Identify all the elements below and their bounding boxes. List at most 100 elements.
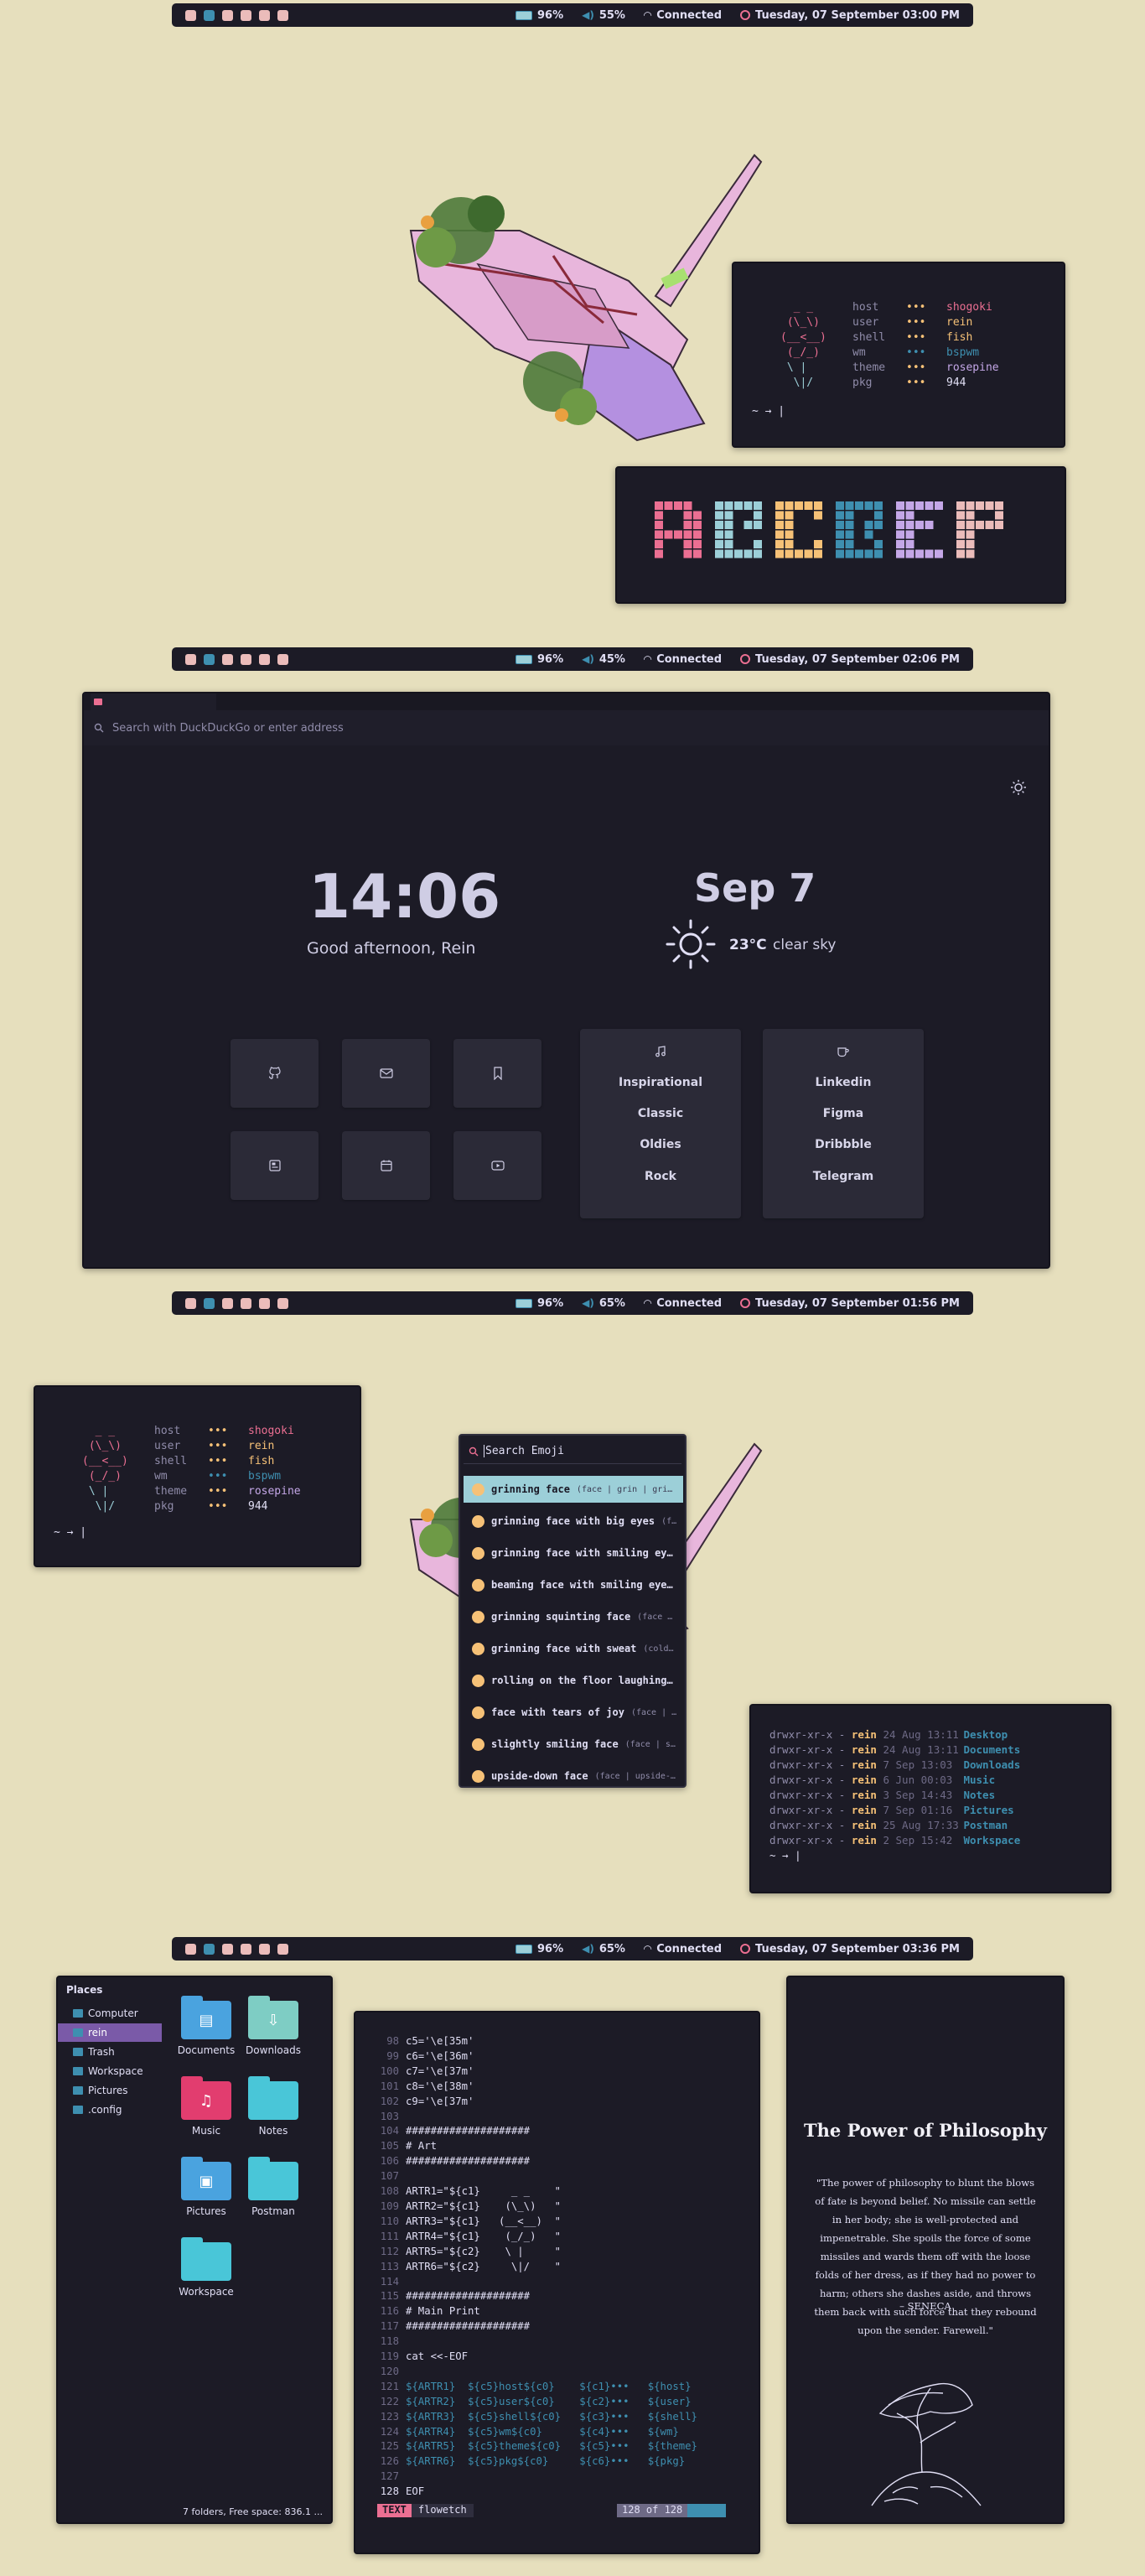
- folder-workspace[interactable]: Workspace: [173, 2237, 240, 2298]
- sidebar-item-rein[interactable]: rein: [58, 2023, 162, 2042]
- wifi-icon[interactable]: ◠: [644, 1943, 651, 1955]
- workspace-5[interactable]: [259, 1297, 270, 1309]
- ls-name[interactable]: Music: [963, 1773, 995, 1788]
- terminal-prompt[interactable]: ~ → |: [769, 1848, 801, 1863]
- folder-documents[interactable]: ▤ Documents: [173, 1996, 240, 2056]
- bookmark-icon: [493, 1067, 502, 1080]
- workspace-2[interactable]: [204, 653, 215, 665]
- emoji-item[interactable]: beaming face with smiling eye…: [464, 1571, 683, 1598]
- workspace-3[interactable]: [222, 1943, 233, 1955]
- ls-name[interactable]: Postman: [963, 1818, 1008, 1833]
- ls-name[interactable]: Documents: [963, 1742, 1020, 1758]
- address-bar[interactable]: Search with DuckDuckGo or enter address: [84, 710, 1049, 745]
- ls-name[interactable]: Desktop: [963, 1727, 1008, 1742]
- workspace-4[interactable]: [241, 9, 251, 21]
- workspace-1[interactable]: [185, 1297, 196, 1309]
- sidebar-item-Trash[interactable]: Trash: [58, 2043, 162, 2061]
- wifi-icon[interactable]: ◠: [644, 9, 651, 21]
- workspace-1[interactable]: [185, 1943, 196, 1955]
- emoji-picker[interactable]: Search Emoji grinning face (face | grin |…: [459, 1434, 686, 1788]
- workspace-2[interactable]: [204, 1297, 215, 1309]
- folder-music[interactable]: ♫ Music: [173, 2076, 240, 2137]
- music-link-oldies[interactable]: Oldies: [580, 1138, 741, 1151]
- mail-tile[interactable]: [342, 1039, 430, 1108]
- workspace-2[interactable]: [204, 1943, 215, 1955]
- wifi-icon[interactable]: ◠: [644, 1297, 651, 1309]
- music-link-classic[interactable]: Classic: [580, 1107, 741, 1120]
- emoji-item[interactable]: upside-down face (face | upside-…: [464, 1763, 683, 1789]
- theme-toggle-icon[interactable]: [1010, 779, 1027, 796]
- code-buffer[interactable]: 98 c5='\e[35m' 99 c6='\e[36m' 100 c7='\e[37m'…: [374, 2034, 697, 2500]
- editor-window[interactable]: 98 c5='\e[35m' 99 c6='\e[36m' 100 c7='\e[37m'…: [354, 2011, 760, 2554]
- workspace-6[interactable]: [277, 653, 288, 665]
- emoji-item[interactable]: grinning squinting face (face …: [464, 1603, 683, 1630]
- emoji-search-field[interactable]: Search Emoji: [464, 1439, 681, 1464]
- work-link-dribbble[interactable]: Dribbble: [763, 1138, 924, 1151]
- workspace-4[interactable]: [241, 1943, 251, 1955]
- workspace-1[interactable]: [185, 9, 196, 21]
- work-link-linkedin[interactable]: Linkedin: [763, 1076, 924, 1089]
- workspace-indicators[interactable]: [185, 653, 288, 665]
- work-link-telegram[interactable]: Telegram: [763, 1170, 924, 1183]
- emoji-item[interactable]: rolling on the floor laughing…: [464, 1667, 683, 1694]
- volume-icon[interactable]: ◀): [582, 9, 594, 21]
- workspace-6[interactable]: [277, 1943, 288, 1955]
- news-tile[interactable]: [231, 1131, 319, 1200]
- workspace-4[interactable]: [241, 1297, 251, 1309]
- workspace-3[interactable]: [222, 1297, 233, 1309]
- fetch-terminal-left[interactable]: _ _ (\_\) (__<__) (_/_) \ | \|/ host ••• sh…: [34, 1385, 361, 1567]
- workspace-3[interactable]: [222, 653, 233, 665]
- folder-pictures[interactable]: ▣ Pictures: [173, 2157, 240, 2217]
- browser-window[interactable]: Search with DuckDuckGo or enter address …: [82, 692, 1050, 1269]
- workspace-1[interactable]: [185, 653, 196, 665]
- workspace-5[interactable]: [259, 9, 270, 21]
- github-tile[interactable]: [231, 1039, 319, 1108]
- emoji-item[interactable]: grinning face with big eyes (f…: [464, 1508, 683, 1535]
- emoji-item[interactable]: face with tears of joy (face | …: [464, 1699, 683, 1726]
- quote-window[interactable]: The Power of Philosophy "The power of ph…: [786, 1976, 1065, 2524]
- ls-terminal[interactable]: drwxr-xr-x - rein 24 Aug 13:11 Desktop drw…: [749, 1704, 1111, 1893]
- calendar-tile[interactable]: [342, 1131, 430, 1200]
- volume-icon[interactable]: ◀): [582, 1943, 594, 1955]
- workspace-4[interactable]: [241, 653, 251, 665]
- file-manager-window[interactable]: Places Computer rein Trash Workspace Picture…: [56, 1976, 333, 2524]
- volume-icon[interactable]: ◀): [582, 1297, 594, 1309]
- workspace-5[interactable]: [259, 1943, 270, 1955]
- workspace-indicators[interactable]: [185, 1943, 288, 1955]
- wifi-icon[interactable]: ◠: [644, 653, 651, 665]
- music-link-rock[interactable]: Rock: [580, 1170, 741, 1183]
- bookmark-tile[interactable]: [453, 1039, 541, 1108]
- tab-new[interactable]: [91, 693, 216, 710]
- volume-icon[interactable]: ◀): [582, 653, 594, 665]
- sidebar-item-config[interactable]: .config: [58, 2101, 162, 2119]
- ls-name[interactable]: Notes: [963, 1788, 995, 1803]
- youtube-tile[interactable]: [453, 1131, 541, 1200]
- workspace-6[interactable]: [277, 1297, 288, 1309]
- sidebar-item-Computer[interactable]: Computer: [58, 2004, 162, 2023]
- work-link-figma[interactable]: Figma: [763, 1107, 924, 1120]
- folder-notes[interactable]: Notes: [240, 2076, 307, 2137]
- terminal-prompt[interactable]: ~ → |: [54, 1525, 86, 1540]
- ls-name[interactable]: Downloads: [963, 1758, 1020, 1773]
- music-link-inspirational[interactable]: Inspirational: [580, 1076, 741, 1089]
- ls-name[interactable]: Pictures: [963, 1803, 1013, 1818]
- fetch-terminal-top[interactable]: _ _ (\_\) (__<__) (_/_) \ | \|/ host ••• sh…: [732, 262, 1065, 448]
- terminal-prompt[interactable]: ~ → |: [752, 404, 785, 419]
- emoji-item[interactable]: grinning face with smiling ey…: [464, 1540, 683, 1566]
- colorblocks-terminal[interactable]: [615, 466, 1066, 604]
- workspace-5[interactable]: [259, 653, 270, 665]
- sidebar-item-Pictures[interactable]: Pictures: [58, 2081, 162, 2100]
- folder-icon: ▤: [181, 1996, 231, 2039]
- workspace-3[interactable]: [222, 9, 233, 21]
- emoji-item[interactable]: grinning face with sweat (cold…: [464, 1635, 683, 1662]
- sidebar-item-Workspace[interactable]: Workspace: [58, 2062, 162, 2080]
- workspace-2[interactable]: [204, 9, 215, 21]
- ls-name[interactable]: Workspace: [963, 1833, 1020, 1848]
- workspace-6[interactable]: [277, 9, 288, 21]
- folder-postman[interactable]: Postman: [240, 2157, 307, 2217]
- emoji-item[interactable]: grinning face (face | grin | gri…: [464, 1476, 683, 1503]
- workspace-indicators[interactable]: [185, 1297, 288, 1309]
- workspace-indicators[interactable]: [185, 9, 288, 21]
- emoji-item[interactable]: slightly smiling face (face | s…: [464, 1731, 683, 1758]
- folder-downloads[interactable]: ⇩ Downloads: [240, 1996, 307, 2056]
